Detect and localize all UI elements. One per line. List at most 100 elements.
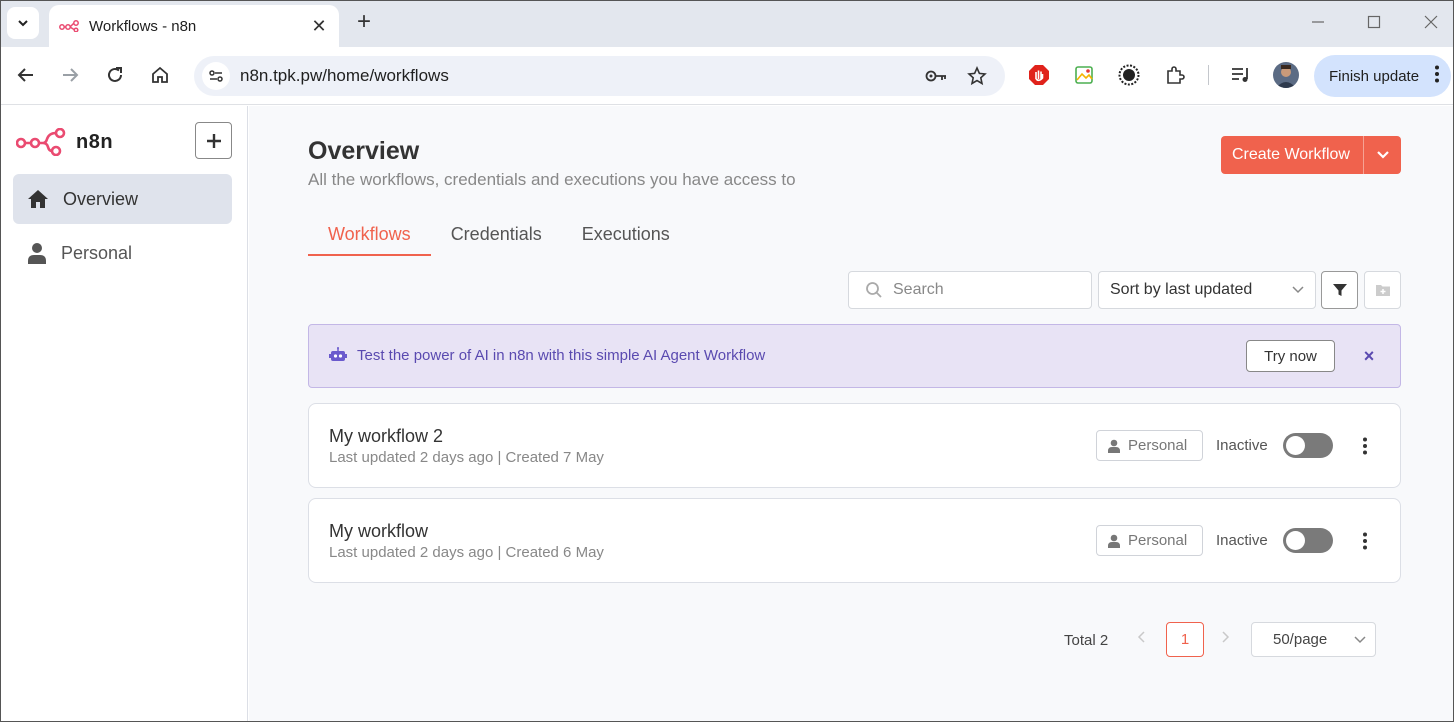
page-subtitle: All the workflows, credentials and execu… xyxy=(308,170,796,189)
sidebar-item-label: Personal xyxy=(61,242,133,263)
user-icon xyxy=(1108,439,1120,453)
try-now-button[interactable]: Try now xyxy=(1246,340,1335,372)
chevron-down-icon xyxy=(1376,151,1389,159)
tab-workflows[interactable]: Workflows xyxy=(308,218,431,256)
more-options-button[interactable] xyxy=(1355,433,1375,459)
sidebar-item-overview[interactable]: Overview xyxy=(13,174,232,224)
user-icon xyxy=(28,243,46,264)
prev-page-button[interactable] xyxy=(1137,630,1147,646)
add-folder-button[interactable] xyxy=(1364,271,1401,309)
maximize-icon xyxy=(1367,15,1381,29)
media-control-icon[interactable] xyxy=(1228,62,1254,88)
search-input[interactable] xyxy=(893,281,1073,299)
url-text: n8n.tpk.pw/home/workflows xyxy=(240,66,449,85)
page-size-value: 50/page xyxy=(1273,631,1328,648)
reload-icon xyxy=(108,67,122,82)
minimize-button[interactable] xyxy=(1303,9,1333,35)
home-button[interactable] xyxy=(144,59,176,91)
address-bar[interactable]: n8n.tpk.pw/home/workflows xyxy=(194,56,1005,96)
close-window-button[interactable] xyxy=(1416,9,1446,35)
password-key-icon[interactable] xyxy=(924,64,948,88)
workflow-meta: Last updated 2 days ago | Created 7 May xyxy=(329,449,604,466)
close-icon xyxy=(1424,15,1438,29)
toggle-knob xyxy=(1286,531,1305,550)
next-page-button[interactable] xyxy=(1220,630,1230,646)
profile-avatar[interactable] xyxy=(1273,62,1299,88)
main-content: Overview All the workflows, credentials … xyxy=(249,106,1453,721)
browser-toolbar: n8n.tpk.pw/home/workflows Finish update xyxy=(1,47,1453,105)
tab-credentials[interactable]: Credentials xyxy=(431,218,562,256)
n8n-favicon-icon xyxy=(59,20,79,32)
owner-label: Personal xyxy=(1128,437,1188,454)
more-vertical-icon xyxy=(1363,437,1367,455)
user-icon xyxy=(1108,534,1120,548)
chevron-down-icon xyxy=(1291,282,1305,301)
bookmark-star-icon[interactable] xyxy=(965,64,989,88)
status-text: Inactive xyxy=(1216,437,1268,454)
arrow-left-icon xyxy=(17,68,33,82)
create-workflow-button[interactable]: Create Workflow xyxy=(1221,136,1401,174)
create-workflow-label: Create Workflow xyxy=(1232,146,1350,163)
n8n-logo[interactable]: n8n xyxy=(16,128,113,156)
more-options-button[interactable] xyxy=(1355,528,1375,554)
forward-button[interactable] xyxy=(54,59,86,91)
home-icon xyxy=(28,190,48,208)
workflow-name[interactable]: My workflow xyxy=(329,521,428,542)
toolbar-divider xyxy=(1208,65,1209,85)
workflow-card[interactable]: My workflow Last updated 2 days ago | Cr… xyxy=(308,498,1401,583)
chevron-left-icon xyxy=(1137,631,1145,643)
toggle-knob xyxy=(1286,436,1305,455)
filter-icon xyxy=(1332,284,1347,296)
new-tab-button[interactable]: + xyxy=(351,8,377,35)
tab-executions[interactable]: Executions xyxy=(562,218,690,256)
image-extension-icon[interactable] xyxy=(1071,62,1097,88)
adblock-extension-icon[interactable] xyxy=(1026,62,1052,88)
close-banner-icon[interactable]: × xyxy=(1359,345,1379,367)
browser-tabstrip: Workflows - n8n ✕ + xyxy=(1,1,1453,47)
minimize-icon xyxy=(1312,21,1324,23)
finish-update-button[interactable]: Finish update xyxy=(1314,55,1451,97)
search-icon xyxy=(866,282,882,298)
home-outline-icon xyxy=(152,66,168,83)
page-title: Overview xyxy=(308,137,420,165)
more-vertical-icon xyxy=(1363,532,1367,550)
workflow-meta: Last updated 2 days ago | Created 6 May xyxy=(329,544,604,561)
search-box[interactable] xyxy=(848,271,1092,309)
sun-extension-icon[interactable] xyxy=(1116,62,1142,88)
tab-search-button[interactable] xyxy=(7,7,39,39)
ai-agent-banner: Test the power of AI in n8n with this si… xyxy=(308,324,1401,388)
banner-text: Test the power of AI in n8n with this si… xyxy=(357,347,766,364)
extensions-puzzle-icon[interactable] xyxy=(1162,62,1188,88)
sort-select-value: Sort by last updated xyxy=(1110,281,1253,298)
workflow-name[interactable]: My workflow 2 xyxy=(329,426,443,447)
active-toggle[interactable] xyxy=(1283,528,1333,553)
plus-icon xyxy=(206,133,221,148)
workflow-card[interactable]: My workflow 2 Last updated 2 days ago | … xyxy=(308,403,1401,488)
owner-badge: Personal xyxy=(1096,525,1203,556)
sort-select[interactable]: Sort by last updated xyxy=(1098,271,1316,309)
tune-icon xyxy=(209,70,223,82)
sidebar: n8n Overview Personal xyxy=(1,106,248,721)
page-size-select[interactable]: 50/page xyxy=(1251,622,1376,657)
page-number-button[interactable]: 1 xyxy=(1166,622,1204,657)
reload-button[interactable] xyxy=(99,59,131,91)
create-dropdown-toggle[interactable] xyxy=(1364,151,1401,159)
tab-close-icon[interactable]: ✕ xyxy=(307,14,331,38)
maximize-button[interactable] xyxy=(1359,9,1389,35)
browser-tab[interactable]: Workflows - n8n ✕ xyxy=(49,5,339,47)
n8n-logo-icon xyxy=(16,128,66,156)
status-text: Inactive xyxy=(1216,532,1268,549)
more-vertical-icon xyxy=(1435,65,1439,87)
tab-title: Workflows - n8n xyxy=(89,17,197,35)
folder-plus-icon xyxy=(1375,285,1390,296)
site-info-button[interactable] xyxy=(202,62,230,90)
finish-update-label: Finish update xyxy=(1329,67,1420,85)
add-button[interactable] xyxy=(195,122,232,159)
back-button[interactable] xyxy=(10,59,42,91)
chevron-right-icon xyxy=(1222,631,1230,643)
sidebar-item-personal[interactable]: Personal xyxy=(13,228,232,278)
arrow-right-icon xyxy=(63,68,79,82)
filter-button[interactable] xyxy=(1321,271,1358,309)
active-toggle[interactable] xyxy=(1283,433,1333,458)
owner-badge: Personal xyxy=(1096,430,1203,461)
